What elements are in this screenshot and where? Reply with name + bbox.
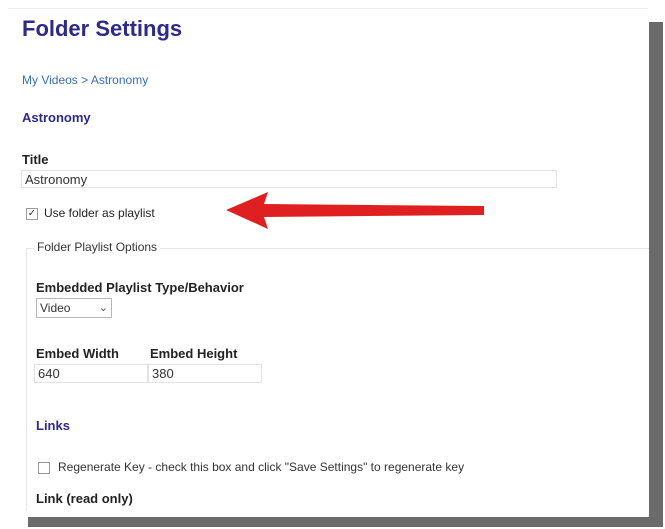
folder-playlist-options-legend: Folder Playlist Options: [34, 240, 161, 254]
red-arrow-left-icon: [226, 192, 484, 229]
chevron-down-icon: ⌄: [98, 302, 108, 314]
checkmark-icon: ✓: [27, 208, 37, 219]
use-folder-playlist-checkbox[interactable]: ✓: [26, 208, 38, 220]
embed-height-label: Embed Height: [150, 346, 238, 361]
breadcrumb-parent-link[interactable]: My Videos: [22, 73, 78, 87]
breadcrumb: My Videos > Astronomy: [22, 73, 148, 87]
regenerate-key-label: Regenerate Key - check this box and clic…: [58, 460, 465, 474]
panel-shadow-right: [649, 22, 663, 524]
links-heading: Links: [36, 418, 70, 433]
embed-type-label: Embedded Playlist Type/Behavior: [36, 280, 244, 295]
regenerate-key-checkbox[interactable]: [38, 462, 50, 474]
embed-type-select[interactable]: Video ⌄: [36, 298, 112, 318]
title-label: Title: [22, 152, 49, 167]
title-input[interactable]: [21, 170, 557, 188]
embed-width-label: Embed Width: [36, 346, 119, 361]
breadcrumb-current-link[interactable]: Astronomy: [91, 73, 148, 87]
panel-shadow-bottom: [28, 517, 663, 527]
breadcrumb-separator: >: [81, 73, 89, 87]
embed-height-input[interactable]: [148, 364, 262, 383]
embed-type-selected-value: Video: [40, 301, 71, 315]
page-title: Folder Settings: [22, 16, 183, 41]
folder-name-heading: Astronomy: [22, 110, 91, 125]
link-read-only-label: Link (read only): [36, 491, 133, 506]
use-folder-playlist-label: Use folder as playlist: [44, 206, 155, 220]
embed-width-input[interactable]: [34, 364, 148, 383]
